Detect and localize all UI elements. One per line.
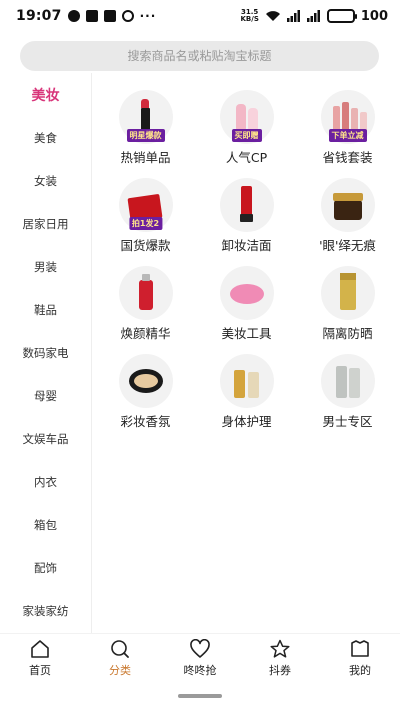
category-mens[interactable]: 男士专区: [297, 354, 398, 442]
home-indicator[interactable]: [178, 694, 222, 698]
category-makeup-remover[interactable]: 卸妆洁面: [196, 178, 297, 266]
category-badge: 拍1发2: [128, 217, 163, 230]
network-speed: 31.5 KB/S: [241, 9, 259, 23]
category-label: 彩妆香氛: [120, 414, 171, 429]
notification-dot-icon: [67, 10, 80, 22]
category-domestic-bestsellers[interactable]: 拍1发2 国货爆款: [95, 178, 196, 266]
category-serum[interactable]: 焕颜精华: [95, 266, 196, 354]
nav-coupons[interactable]: 抖券: [240, 634, 320, 683]
app-notification-icon: [85, 10, 98, 22]
nav-flash-deals[interactable]: 咚咚抢: [160, 634, 240, 683]
lipstick-icon: 明星爆款: [118, 90, 173, 144]
category-makeup-fragrance[interactable]: 彩妆香氛: [95, 354, 196, 442]
nav-category[interactable]: 分类: [80, 634, 160, 683]
category-badge: 明星爆款: [126, 129, 165, 142]
category-label: 焕颜精华: [120, 326, 171, 341]
signal-icon-2: [306, 10, 320, 22]
category-hot-items[interactable]: 明星爆款 热销单品: [95, 90, 196, 178]
profile-icon: [349, 639, 371, 659]
category-sunscreen[interactable]: 隔离防晒: [297, 266, 398, 354]
battery-icon: [326, 9, 357, 23]
status-left: 19:07 ···: [16, 8, 156, 24]
category-label: '眼'绎无痕: [319, 238, 376, 253]
nav-profile-label: 我的: [349, 664, 371, 677]
sidebar-item-shoes[interactable]: 鞋品: [0, 288, 91, 331]
category-value-sets[interactable]: 下单立减 省钱套装: [297, 90, 398, 178]
sidebar-item-home-textiles[interactable]: 家装家纺: [0, 589, 91, 632]
bottom-nav: 首页 分类 咚咚抢 抖券 我的: [0, 633, 400, 683]
status-bar: 19:07 ··· 31.5 KB/S 100: [0, 0, 400, 32]
sidebar-item-baby[interactable]: 母婴: [0, 374, 91, 417]
category-eye-care[interactable]: '眼'绎无痕: [297, 178, 398, 266]
category-label: 隔离防晒: [322, 326, 373, 341]
nav-coupons-label: 抖券: [269, 664, 291, 677]
category-label: 国货爆款: [120, 238, 171, 253]
nav-home-label: 首页: [29, 664, 51, 677]
search-bar[interactable]: [20, 41, 379, 71]
search-input[interactable]: [20, 49, 379, 63]
category-label: 卸妆洁面: [221, 238, 272, 253]
category-label: 美妆工具: [221, 326, 272, 341]
sidebar-item-womens[interactable]: 女装: [0, 159, 91, 202]
nav-home[interactable]: 首页: [0, 634, 80, 683]
status-right: 31.5 KB/S 100: [241, 9, 389, 24]
category-grid: 明星爆款 热销单品 买即赠 人气CP 下单立减 省钱套装 拍1发2 国货爆款 卸…: [95, 90, 400, 442]
sidebar-item-bags[interactable]: 箱包: [0, 503, 91, 546]
vpn-icon: [121, 10, 134, 22]
sidebar-item-home[interactable]: 居家日用: [0, 202, 91, 245]
category-badge: 下单立减: [328, 129, 367, 142]
category-body-care[interactable]: 身体护理: [196, 354, 297, 442]
mens-bottles-icon: [320, 354, 375, 408]
sidebar-item-food[interactable]: 美食: [0, 116, 91, 159]
more-notifications-icon: ···: [139, 9, 157, 23]
wifi-icon: [265, 11, 280, 21]
category-popular-cp[interactable]: 买即赠 人气CP: [196, 90, 297, 178]
category-label: 身体护理: [221, 414, 272, 429]
gallery-notification-icon: [103, 10, 116, 22]
star-icon: [269, 639, 291, 659]
serum-bottle-icon: [118, 266, 173, 320]
signal-icon: [286, 10, 300, 22]
category-badge: 买即赠: [231, 129, 262, 142]
sidebar-item-digital[interactable]: 数码家电: [0, 331, 91, 374]
nav-flash-deals-label: 咚咚抢: [183, 664, 217, 677]
eye-cream-jar-icon: [320, 178, 375, 232]
sidebar-item-mens[interactable]: 男装: [0, 245, 91, 288]
sidebar-item-stationery-car[interactable]: 文娱车品: [0, 417, 91, 460]
category-label: 男士专区: [322, 414, 373, 429]
cp-bottles-icon: 买即赠: [219, 90, 274, 144]
category-label: 热销单品: [120, 150, 171, 165]
cushion-compact-icon: [118, 354, 173, 408]
nav-category-label: 分类: [109, 664, 131, 677]
nav-profile[interactable]: 我的: [320, 634, 400, 683]
category-search-icon: [109, 639, 131, 659]
home-icon: [29, 639, 51, 659]
body-care-icon: [219, 354, 274, 408]
category-label: 省钱套装: [322, 150, 373, 165]
status-time: 19:07: [16, 8, 62, 24]
battery-level: 100: [360, 8, 388, 24]
network-speed-unit: KB/S: [240, 15, 259, 23]
cleanser-tube-icon: [219, 178, 274, 232]
skincare-set-icon: 下单立减: [320, 90, 375, 144]
sidebar-item-accessories[interactable]: 配饰: [0, 546, 91, 589]
heart-icon: [189, 639, 211, 659]
sidebar-item-underwear[interactable]: 内衣: [0, 460, 91, 503]
sunscreen-icon: [320, 266, 375, 320]
sidebar-item-beauty[interactable]: 美妆: [0, 73, 91, 116]
category-beauty-tools[interactable]: 美妆工具: [196, 266, 297, 354]
cleansing-brush-icon: [219, 266, 274, 320]
category-sidebar: 美妆 美食 女装 居家日用 男装 鞋品 数码家电 母婴 文娱车品 内衣 箱包 配…: [0, 73, 92, 633]
category-label: 人气CP: [225, 150, 268, 165]
gift-box-icon: 拍1发2: [118, 178, 173, 232]
